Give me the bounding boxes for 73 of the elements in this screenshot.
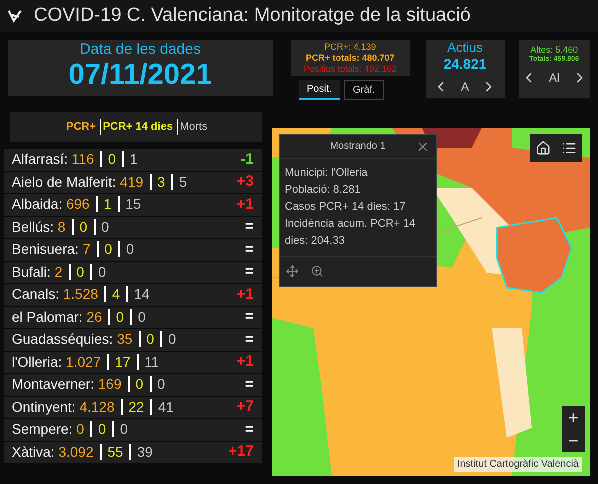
popup-text: Població: 8.281 — [285, 183, 362, 198]
zoom-in-button[interactable]: + — [562, 406, 585, 429]
discharges-count: Altes: 5.460 — [530, 45, 578, 56]
row-values: Alfarrasí: 116 0 1 — [12, 150, 138, 170]
municipality-row[interactable]: Alfarrasí: 116 0 1 -1 — [4, 149, 262, 172]
row-values: Albaida: 696 1 15 — [12, 195, 142, 214]
row-values: Benisuera: 7 0 0 — [12, 240, 134, 260]
home-icon — [536, 140, 550, 156]
zoom-out-button[interactable]: − — [562, 429, 585, 452]
change-value: = — [245, 330, 254, 350]
row-values: Montaverner: 169 0 0 — [12, 375, 166, 394]
change-value: +1 — [236, 284, 254, 304]
pager-label: A — [461, 78, 470, 96]
change-value: = — [245, 262, 254, 282]
row-values: l'Olleria: 1.027 17 11 — [12, 352, 160, 372]
change-value: +3 — [236, 172, 254, 192]
municipality-row[interactable]: Canals: 1.528 4 14 +1 — [4, 284, 262, 306]
municipality-row[interactable]: l'Olleria: 1.027 17 11 +1 — [4, 352, 262, 374]
municipality-row[interactable]: Sempere: 0 0 0 = — [4, 419, 262, 442]
map[interactable]: Mostrando 1 Municipi: l'Olleria Població: 8.281 Casos PCR+ 14 dies: 17 Incidència acum. PCR+ 14 dies: 204,33 + − Institut Cartogràfic Valencià — [272, 128, 590, 476]
municipality-row[interactable]: Bufali: 2 0 0 = — [4, 262, 262, 284]
logo-icon — [8, 9, 22, 23]
tab[interactable]: Gràf. — [344, 80, 384, 100]
zoom-icon[interactable] — [311, 265, 324, 278]
legend-item: PCR+ — [65, 120, 96, 135]
legend-item: Morts — [177, 118, 208, 136]
legend-item: PCR+ 14 dies — [100, 118, 174, 136]
row-values: Ontinyent: 4.128 22 41 — [12, 398, 174, 417]
municipality-row[interactable]: Xàtiva: 3.092 55 39 +17 — [4, 442, 262, 464]
close-icon[interactable] — [416, 140, 430, 154]
row-values: Guadasséquies: 35 0 0 — [12, 330, 176, 350]
row-values: Canals: 1.528 4 14 — [12, 285, 150, 304]
municipality-row[interactable]: Albaida: 696 1 15 +1 — [4, 194, 262, 216]
tab[interactable]: Posit. — [299, 80, 340, 100]
municipality-row[interactable]: Aielo de Malferit: 419 3 5 +3 — [4, 172, 262, 194]
municipality-row[interactable]: Guadasséquies: 35 0 0 = — [4, 329, 262, 352]
pcr-total: PCR+ totals: 480.707 — [306, 52, 395, 64]
change-value: +1 — [236, 352, 254, 372]
municipality-row[interactable]: Benisuera: 7 0 0 = — [4, 239, 262, 262]
popup-text: Incidència acum. PCR+ 14 dies: 204,33 — [285, 217, 417, 249]
row-values: Aielo de Malferit: 419 3 5 — [12, 172, 188, 192]
popup-text: Casos PCR+ 14 dies: 17 — [285, 200, 407, 215]
row-values: Sempere: 0 0 0 — [12, 420, 128, 440]
municipality-row[interactable]: Bellús: 8 0 0 = — [4, 216, 262, 239]
municipality-row[interactable]: Ontinyent: 4.128 22 41 +7 — [4, 396, 262, 419]
pcr-count: PCR+: 4.139 — [324, 42, 376, 52]
change-value: +7 — [236, 397, 254, 417]
change-value: -1 — [240, 150, 254, 170]
map-attribution: Institut Cartogràfic Valencià — [454, 457, 582, 472]
change-value: = — [245, 420, 254, 440]
change-value: +1 — [236, 194, 254, 214]
active-value: 24.821 — [444, 56, 487, 74]
popup-text: Municipi: l'Olleria — [285, 166, 369, 181]
change-value: = — [245, 374, 254, 394]
date-label: Data de les dades — [80, 42, 201, 58]
pan-icon[interactable] — [286, 265, 299, 278]
row-values: el Palomar: 26 0 0 — [12, 308, 146, 327]
row-values: Bellús: 8 0 0 — [12, 218, 110, 237]
change-value: = — [245, 217, 254, 237]
change-value: = — [245, 307, 254, 327]
list-icon — [562, 140, 576, 156]
row-values: Bufali: 2 0 0 — [12, 262, 106, 282]
municipality-row[interactable]: Montaverner: 169 0 0 = — [4, 374, 262, 396]
date-value: 07/11/2021 — [68, 58, 212, 94]
change-value: +17 — [228, 442, 254, 462]
municipality-row[interactable]: el Palomar: 26 0 0 = — [4, 306, 262, 329]
row-values: Xàtiva: 3.092 55 39 — [12, 442, 153, 462]
change-value: = — [245, 240, 254, 260]
active-label: Actius — [448, 40, 483, 56]
app-title: COVID-19 C. Valenciana: Monitoratge de la situació — [34, 4, 471, 28]
popup-title: Mostrando 1 — [330, 140, 386, 154]
pager-label: Al — [549, 70, 560, 87]
positive-total: Positius totals: 492.162 — [304, 64, 397, 74]
